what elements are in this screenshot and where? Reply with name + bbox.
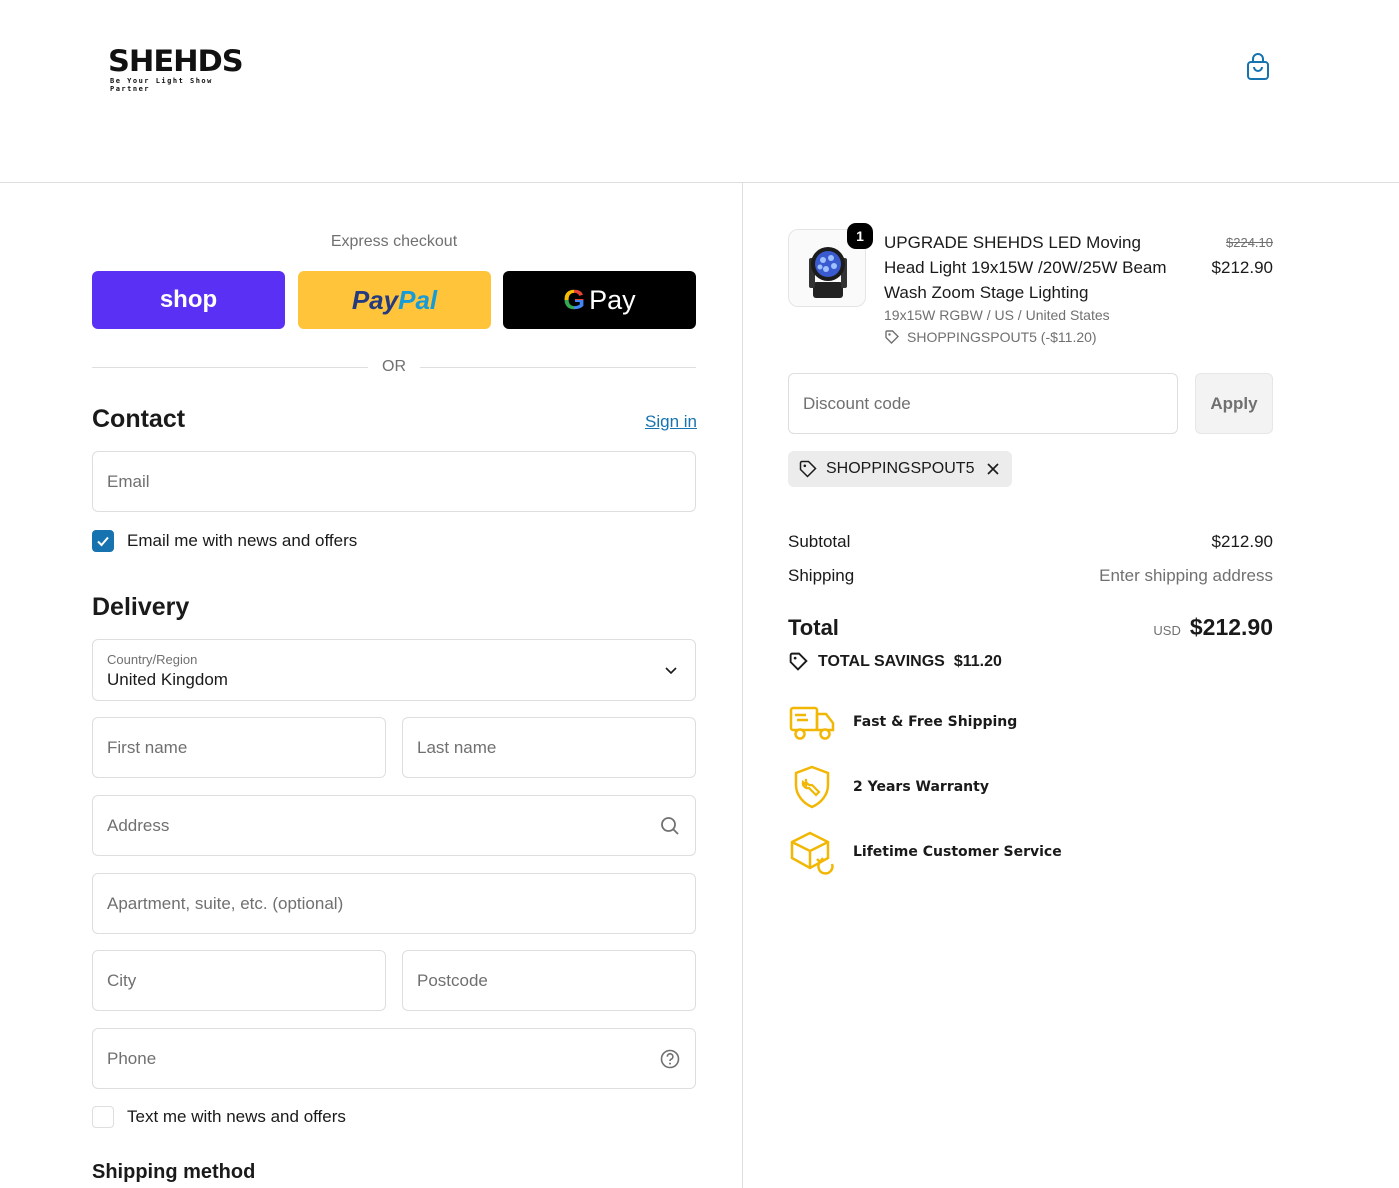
paypal-button[interactable]: Pay Pal xyxy=(298,271,491,329)
postcode-input[interactable] xyxy=(403,951,695,1010)
email-news-label: Email me with news and offers xyxy=(127,531,358,550)
sms-news-checkbox-box[interactable] xyxy=(92,1106,114,1128)
feature-fast-shipping: Fast & Free Shipping xyxy=(788,698,1017,746)
shield-wrench-icon xyxy=(794,765,830,809)
feature-label: Lifetime Customer Service xyxy=(853,844,1062,860)
quantity-badge: 1 xyxy=(847,223,873,249)
subtotal-row: Subtotal $212.90 xyxy=(788,532,1273,552)
paypal-label-part1: Pay xyxy=(351,284,399,315)
product-discount: SHOPPINGSPOUT5 (-$11.20) xyxy=(884,329,1097,345)
applied-discount-chip: SHOPPINGSPOUT5 xyxy=(788,451,1013,487)
total-amount-group: USD $212.90 xyxy=(1153,614,1273,641)
column-divider xyxy=(742,183,743,1188)
express-checkout-title: Express checkout xyxy=(330,233,458,250)
email-input[interactable] xyxy=(93,452,695,511)
applied-discount-code: SHOPPINGSPOUT5 xyxy=(826,460,975,477)
google-pay-button[interactable]: G Pay xyxy=(503,271,696,329)
total-savings-label: TOTAL SAVINGS xyxy=(818,652,945,670)
total-savings: TOTAL SAVINGS $11.20 xyxy=(788,651,1002,672)
shopping-bag-icon[interactable] xyxy=(1245,53,1271,81)
sign-in-link[interactable]: Sign in xyxy=(645,412,697,432)
phone-input[interactable] xyxy=(93,1029,695,1088)
subtotal-value: $212.90 xyxy=(1211,532,1273,551)
total-value: $212.90 xyxy=(1189,614,1273,640)
total-savings-value: $11.20 xyxy=(953,652,1002,670)
original-price: $224.10 xyxy=(1226,235,1273,250)
contact-title: Contact xyxy=(92,405,186,433)
logo-tagline: Be Your Light Show Partner xyxy=(110,77,213,93)
sms-news-checkbox[interactable]: Text me with news and offers xyxy=(92,1106,346,1128)
search-icon[interactable] xyxy=(659,815,681,837)
address-field[interactable] xyxy=(92,795,696,856)
shipping-value: Enter shipping address xyxy=(1099,566,1273,585)
paypal-label-part2: Pal xyxy=(398,284,438,315)
product-discount-text: SHOPPINGSPOUT5 (-$11.20) xyxy=(907,329,1097,345)
total-row: Total USD $212.90 xyxy=(788,614,1273,641)
product-variant: 19x15W RGBW / US / United States xyxy=(884,307,1110,323)
or-line-right xyxy=(420,366,696,368)
help-circle-icon[interactable] xyxy=(659,1048,681,1070)
total-label: Total xyxy=(788,615,839,640)
address-input[interactable] xyxy=(93,796,695,855)
email-field[interactable] xyxy=(92,451,696,512)
discount-code-field[interactable] xyxy=(788,373,1178,434)
feature-label: Fast & Free Shipping xyxy=(853,714,1018,730)
phone-field[interactable] xyxy=(92,1028,696,1089)
google-pay-label: Pay xyxy=(589,284,636,315)
checkmark-icon xyxy=(97,536,109,547)
tag-icon xyxy=(789,652,808,671)
city-input[interactable] xyxy=(93,951,385,1010)
chevron-down-icon xyxy=(665,667,677,675)
total-currency: USD xyxy=(1153,623,1181,638)
delivery-title: Delivery xyxy=(92,593,190,621)
logo-text: SHEHDS xyxy=(108,44,244,78)
feature-customer-service: Lifetime Customer Service xyxy=(788,828,1062,876)
feature-warranty: 2 Years Warranty xyxy=(788,763,989,811)
product-title: UPGRADE SHEHDS LED Moving Head Light 19x… xyxy=(884,233,1167,302)
subtotal-label: Subtotal xyxy=(788,532,851,551)
shipping-row: Shipping Enter shipping address xyxy=(788,566,1273,586)
country-select-value: United Kingdom xyxy=(107,670,228,689)
first-name-field[interactable] xyxy=(92,717,386,778)
email-news-checkbox[interactable]: Email me with news and offers xyxy=(92,530,357,552)
google-g-icon: G xyxy=(563,284,586,315)
country-select[interactable]: Country/Region United Kingdom xyxy=(92,639,696,701)
or-label: OR xyxy=(382,358,406,375)
apply-discount-button[interactable]: Apply xyxy=(1195,373,1273,434)
tag-icon xyxy=(799,460,817,478)
city-field[interactable] xyxy=(92,950,386,1011)
box-return-icon xyxy=(790,831,834,875)
shop-pay-label: shop xyxy=(159,286,218,313)
final-price: $212.90 xyxy=(1211,258,1273,277)
discount-code-input[interactable] xyxy=(789,374,1177,433)
tag-icon xyxy=(885,330,899,344)
shop-pay-button[interactable]: shop xyxy=(92,271,285,329)
last-name-field[interactable] xyxy=(402,717,696,778)
country-select-label: Country/Region xyxy=(107,652,198,667)
shipping-method-title: Shipping method xyxy=(92,1161,256,1183)
or-line-left xyxy=(92,366,368,368)
sms-news-label: Text me with news and offers xyxy=(127,1107,346,1126)
last-name-input[interactable] xyxy=(403,718,695,777)
shipping-label: Shipping xyxy=(788,566,855,585)
apartment-field[interactable] xyxy=(92,873,696,934)
or-separator: OR xyxy=(92,357,696,377)
first-name-input[interactable] xyxy=(93,718,385,777)
apartment-input[interactable] xyxy=(93,874,695,933)
brand-logo[interactable]: SHEHDS Be Your Light Show Partner xyxy=(108,46,258,93)
close-icon[interactable] xyxy=(986,462,1000,476)
page-header: SHEHDS Be Your Light Show Partner xyxy=(0,0,1399,183)
email-news-checkbox-box[interactable] xyxy=(92,530,114,552)
postcode-field[interactable] xyxy=(402,950,696,1011)
feature-label: 2 Years Warranty xyxy=(853,779,989,795)
truck-icon xyxy=(789,706,835,740)
